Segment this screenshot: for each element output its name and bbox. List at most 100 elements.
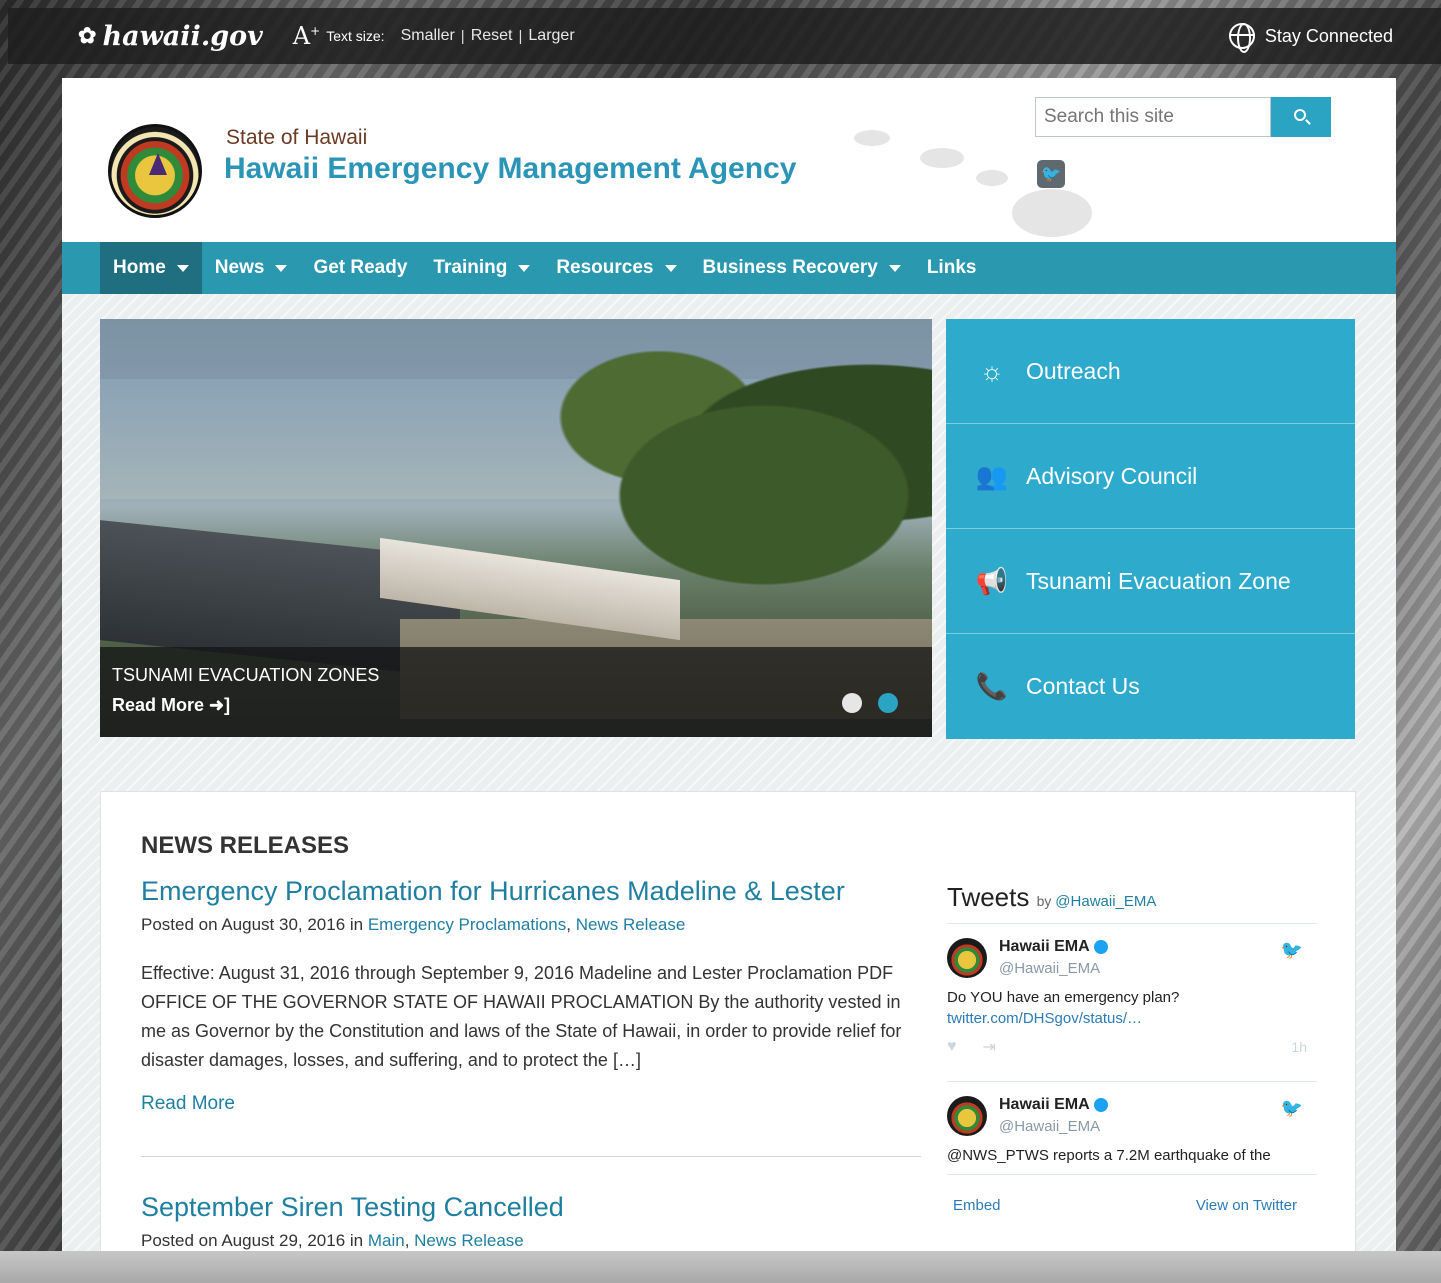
tweet-author-name: Hawaii EMA [999, 938, 1090, 955]
nav-item-training[interactable]: Training [420, 242, 543, 294]
twitter-icon[interactable]: 🐦 [1037, 160, 1065, 188]
like-icon[interactable]: ♥ [947, 1038, 957, 1056]
nav-item-label: Business Recovery [702, 257, 878, 278]
news-releases-heading: NEWS RELEASES [141, 832, 350, 859]
nav-item-resources[interactable]: Resources [543, 242, 689, 294]
quick-link-outreach[interactable]: ☼ Outreach [946, 319, 1355, 424]
nav-item-get-ready[interactable]: Get Ready [300, 242, 420, 294]
caret-down-icon [888, 264, 901, 272]
slider-dots [842, 693, 898, 713]
tweets-handle-link[interactable]: @Hawaii_EMA [1055, 893, 1156, 910]
post-divider [141, 1156, 921, 1157]
tweets-by: by @Hawaii_EMA [1036, 893, 1157, 910]
nav-item-links[interactable]: Links [914, 242, 990, 294]
sunrise-icon: ☼ [980, 355, 1004, 386]
nav-item-business-recovery[interactable]: Business Recovery [690, 242, 914, 294]
post-title[interactable]: Emergency Proclamation for Hurricanes Ma… [141, 876, 921, 907]
hero-image-trees [512, 339, 932, 599]
nav-item-label: Training [433, 257, 508, 278]
site-header: State of Hawaii Hawaii Emergency Managem… [62, 78, 1396, 242]
nav-item-label: News [214, 257, 265, 278]
post-read-more-link[interactable]: Read More [141, 1093, 921, 1115]
tweet[interactable]: Hawaii EMA @Hawaii_EMA 🐦 Do YOU have an … [947, 924, 1317, 1082]
quick-link-advisory-council[interactable]: 👥 Advisory Council [946, 424, 1355, 529]
phone-icon: 📞 [975, 671, 1009, 701]
post-category-link[interactable]: Emergency Proclamations [368, 915, 566, 934]
text-larger-link[interactable]: Larger [528, 27, 574, 45]
post-title[interactable]: September Siren Testing Cancelled [141, 1192, 921, 1223]
search-input[interactable] [1035, 97, 1271, 137]
hero-caption-title: TSUNAMI EVACUATION ZONES [112, 665, 380, 685]
bottom-edge [0, 1251, 1441, 1283]
view-on-twitter-link[interactable]: View on Twitter [1196, 1197, 1297, 1214]
twitter-bird-icon[interactable]: 🐦 [1281, 1098, 1303, 1119]
tweet-author[interactable]: Hawaii EMA [999, 938, 1317, 956]
caret-down-icon [176, 264, 189, 272]
text-reset-link[interactable]: Reset [471, 27, 513, 45]
text-smaller-link[interactable]: Smaller [401, 27, 455, 45]
nav-item-label: Links [926, 257, 977, 278]
search-button[interactable] [1271, 97, 1331, 137]
tweet-actions: ♥ ⇥ 1h [947, 1038, 1317, 1081]
slider-dot-2[interactable] [878, 693, 898, 713]
site-search [1035, 97, 1331, 137]
post-meta: Posted on August 29, 2016 in Main, News … [141, 1231, 921, 1251]
tweets-by-label: by [1036, 893, 1052, 909]
text-size-icon: A+ [292, 22, 321, 50]
post-date: Posted on August 30, 2016 in [141, 915, 368, 934]
megaphone-icon: 📢 [975, 565, 1009, 596]
hero-slider[interactable]: TSUNAMI EVACUATION ZONES Read More ➜] [100, 319, 932, 737]
share-icon[interactable]: ⇥ [983, 1037, 996, 1057]
text-size-controls: A+ Text size: Smaller | Reset | Larger [293, 22, 575, 50]
category-separator: , [566, 915, 576, 934]
avatar[interactable] [947, 1096, 987, 1136]
twitter-timeline: Tweets by @Hawaii_EMA Hawaii EMA @Hawaii… [947, 882, 1317, 1251]
hero-read-more-link[interactable]: Read More ➜] [112, 695, 230, 716]
quick-link-label: Tsunami Evacuation Zone [1026, 567, 1291, 594]
tweet-link[interactable]: twitter.com/DHSgov/status/… [947, 1010, 1317, 1027]
quick-link-label: Outreach [1026, 357, 1121, 384]
quick-links: ☼ Outreach 👥 Advisory Council 📢 Tsunami Evacu… [946, 319, 1355, 739]
quick-link-label: Contact Us [1026, 673, 1140, 699]
post-category-link[interactable]: News Release [576, 915, 686, 934]
tweet-handle[interactable]: @Hawaii_EMA [999, 1118, 1317, 1135]
hero-caption: TSUNAMI EVACUATION ZONES Read More ➜] [100, 647, 932, 737]
category-separator: , [404, 1231, 415, 1250]
avatar[interactable] [947, 938, 987, 978]
post-category-link[interactable]: News Release [414, 1231, 524, 1250]
news-post: September Siren Testing Cancelled Posted… [141, 1192, 921, 1251]
tweet[interactable]: Hawaii EMA @Hawaii_EMA 🐦 @NWS_PTWS repor… [947, 1082, 1317, 1175]
stay-connected-link[interactable]: Stay Connected [1228, 23, 1393, 53]
tweet-author[interactable]: Hawaii EMA [999, 1096, 1317, 1114]
agency-title[interactable]: Hawaii Emergency Management Agency [224, 152, 796, 186]
caret-down-icon [664, 264, 677, 272]
post-excerpt: Effective: August 31, 2016 through Septe… [141, 963, 924, 1070]
page-container: State of Hawaii Hawaii Emergency Managem… [62, 78, 1396, 1251]
text-size-label: Text size: [326, 28, 385, 44]
quick-link-tsunami-evacuation-zone[interactable]: 📢 Tsunami Evacuation Zone [946, 529, 1355, 634]
hawaii-gov-logo-text: hawaii.gov [102, 20, 263, 52]
globe-icon [1228, 23, 1255, 53]
quick-link-contact-us[interactable]: 📞 Contact Us [946, 634, 1355, 739]
embed-link[interactable]: Embed [953, 1197, 1001, 1214]
hibiscus-icon: ✿ [78, 23, 97, 49]
agency-subtitle: State of Hawaii [226, 126, 368, 149]
tweet-time[interactable]: 1h [1291, 1039, 1307, 1055]
caret-down-icon [275, 264, 288, 272]
nav-item-label: Resources [556, 257, 654, 278]
tweet-text: Do YOU have an emergency plan? [947, 989, 1180, 1006]
main-content: NEWS RELEASES Emergency Proclamation for… [100, 791, 1356, 1251]
search-icon [1294, 109, 1306, 121]
verified-icon [1093, 1097, 1108, 1112]
slider-dot-1[interactable] [842, 693, 862, 713]
twitter-bird-icon[interactable]: 🐦 [1281, 940, 1303, 961]
hawaii-gov-logo[interactable]: ✿ hawaii.gov [78, 21, 263, 52]
post-category-link[interactable]: Main [368, 1231, 405, 1250]
caret-down-icon [518, 264, 531, 272]
nav-item-news[interactable]: News [202, 242, 301, 294]
nav-item-home[interactable]: Home [100, 242, 202, 294]
agency-seal-logo[interactable] [108, 124, 202, 218]
tweet-handle[interactable]: @Hawaii_EMA [999, 960, 1317, 977]
quick-link-label: Advisory Council [1026, 462, 1198, 489]
tweet-author-name: Hawaii EMA [999, 1096, 1090, 1113]
